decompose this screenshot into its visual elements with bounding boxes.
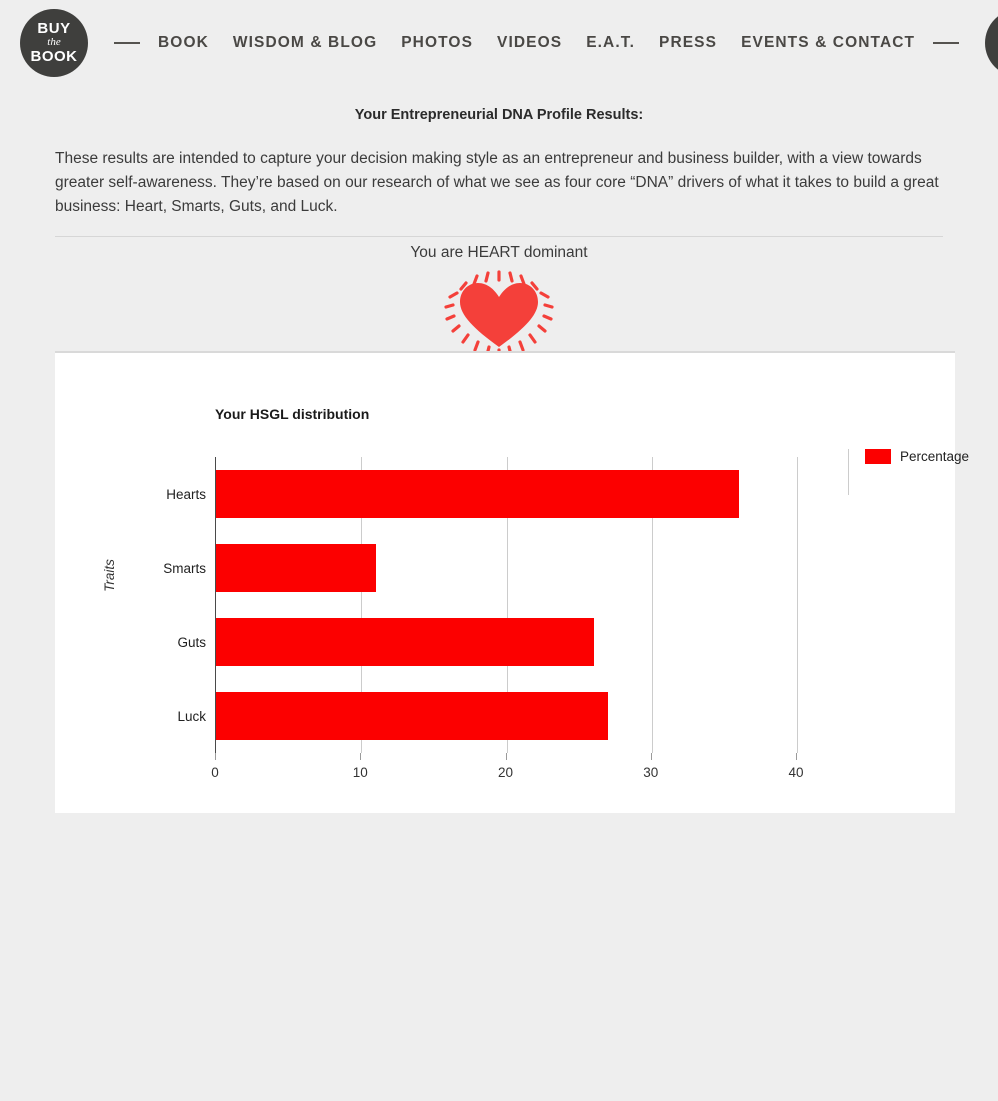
bar-category-label: Hearts <box>166 486 206 502</box>
nav-item-wisdom-blog[interactable]: WISDOM & BLOG <box>233 34 377 52</box>
bar-row: Smarts <box>163 531 796 605</box>
x-axis: 0 10 20 30 40 <box>211 753 804 780</box>
x-axis-tick <box>215 753 216 760</box>
buy-the-book-badge[interactable]: BUY the BOOK <box>20 8 88 77</box>
legend-label: Percentage <box>900 449 970 464</box>
nav-item-press[interactable]: PRESS <box>659 34 717 52</box>
gridline <box>797 457 798 753</box>
badge-left-bottom: BOOK <box>30 48 78 65</box>
badge-left-mid: the <box>47 36 61 48</box>
nav-separator-dash-left <box>114 41 140 44</box>
bar-category-label: Luck <box>177 708 206 724</box>
heart-graphic <box>0 267 998 359</box>
bar-category-label: Guts <box>177 634 206 650</box>
legend-swatch-icon <box>865 449 891 464</box>
x-axis-tick <box>360 753 362 760</box>
nav-item-videos[interactable]: VIDEOS <box>497 34 562 52</box>
nav-item-photos[interactable]: PHOTOS <box>401 34 473 52</box>
bar-hearts[interactable] <box>216 470 739 518</box>
main-navigation: BOOK WISDOM & BLOG PHOTOS VIDEOS E.A.T. … <box>158 34 915 52</box>
plot: Hearts Smarts Guts Luck 0 10 20 30 40 <box>163 457 804 1101</box>
nav-item-book[interactable]: BOOK <box>158 34 209 52</box>
x-axis-tick <box>505 753 507 760</box>
x-axis-tick <box>796 753 797 760</box>
x-axis-tick-label: 0 <box>211 765 219 780</box>
nav-item-events-contact[interactable]: EVENTS & CONTACT <box>741 34 915 52</box>
intro-paragraph: These results are intended to capture yo… <box>55 150 939 216</box>
plot-area: Hearts Smarts Guts Luck <box>163 457 798 753</box>
x-axis-tick-label: 10 <box>352 765 368 780</box>
site-header: BUY the BOOK BOOK WISDOM & BLOG PHOTOS V… <box>0 0 998 85</box>
chart-legend: Percentage <box>848 449 969 495</box>
bar-row: Hearts <box>166 457 796 531</box>
x-axis-tick <box>650 753 652 760</box>
bar-smarts[interactable] <box>216 544 376 592</box>
results-content: Your Entrepreneurial DNA Profile Results… <box>0 101 998 359</box>
take-the-eat-test-badge[interactable]: TAKE the E.A.T. TEST <box>985 8 998 77</box>
x-axis-tick-label: 40 <box>788 765 804 780</box>
dominant-trait-label: You are HEART dominant <box>410 244 588 262</box>
bar-luck[interactable] <box>216 692 609 740</box>
bar-guts[interactable] <box>216 618 594 666</box>
x-axis-tick-label: 30 <box>643 765 659 780</box>
bar-row: Guts <box>177 605 796 679</box>
dominant-trait-section: You are HEART dominant <box>0 244 998 359</box>
chart-card: Your HSGL distribution Traits Hearts Smar… <box>55 351 969 813</box>
legend-item-percentage[interactable]: Percentage <box>865 449 969 464</box>
page-title: Your Entrepreneurial DNA Profile Results… <box>354 107 644 123</box>
section-divider <box>55 236 943 238</box>
y-axis-title: Traits <box>101 559 117 592</box>
x-axis-tick-label: 20 <box>497 765 514 780</box>
chart-title: Your HSGL distribution <box>215 406 370 422</box>
heart-icon <box>444 270 554 359</box>
nav-item-eat[interactable]: E.A.T. <box>586 34 635 52</box>
chart-container: Your HSGL distribution Traits Hearts Smar… <box>55 353 969 813</box>
nav-separator-dash-right <box>933 41 960 44</box>
bar-row: Luck <box>177 679 796 753</box>
badge-left-top: BUY <box>37 20 71 37</box>
bar-category-label: Smarts <box>163 560 206 576</box>
